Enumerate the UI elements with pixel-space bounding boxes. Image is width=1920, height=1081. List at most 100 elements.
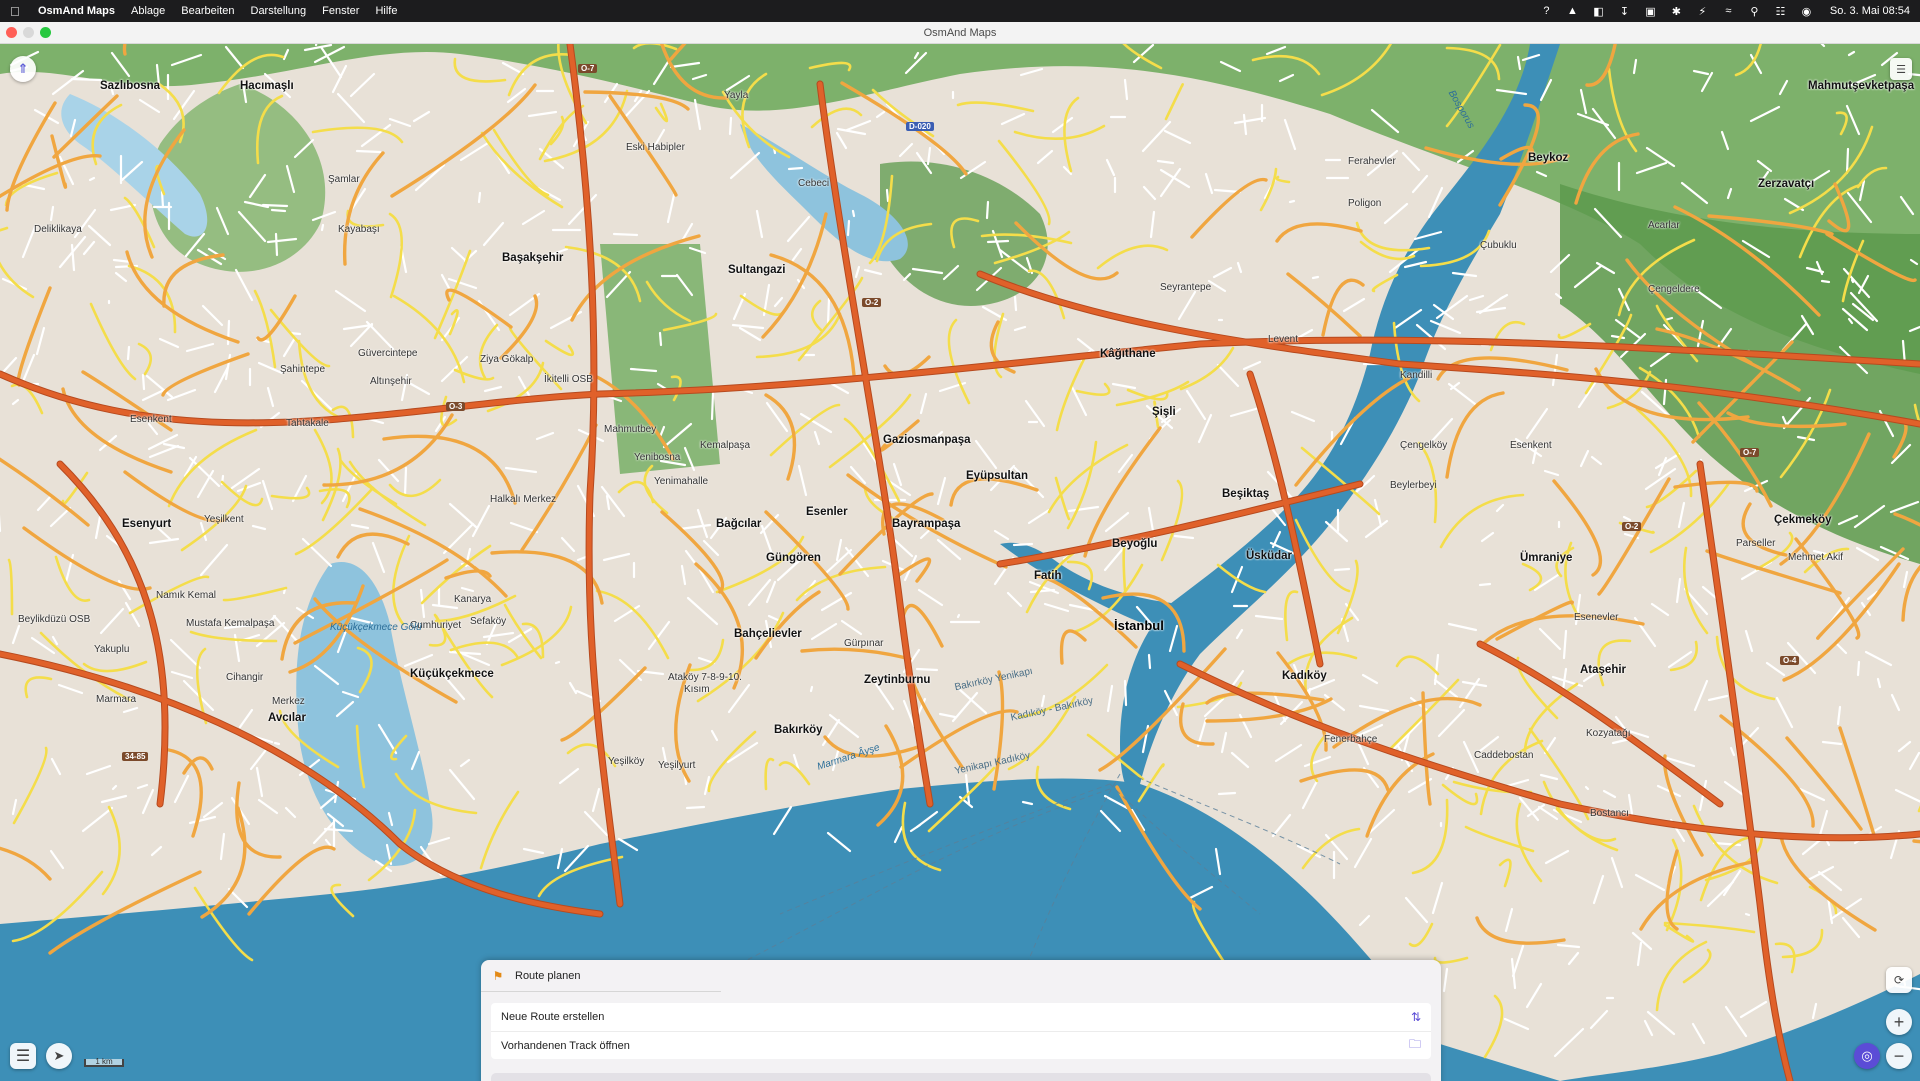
road — [270, 208, 287, 213]
road — [826, 297, 831, 325]
zoom-out-button[interactable]: − — [1886, 1043, 1912, 1069]
place-label: Mustafa Kemalpaşa — [186, 618, 275, 629]
layers-icon[interactable]: ☰ — [1890, 58, 1912, 80]
map-rotate-icon[interactable]: ⟳ — [1886, 967, 1912, 993]
place-label: Esenevler — [1574, 612, 1619, 623]
close-panel-button[interactable]: Schließen — [491, 1073, 1431, 1081]
place-label: Kandilli — [1400, 370, 1433, 381]
place-label: Ümraniye — [1520, 552, 1573, 564]
place-label: Kanarya — [454, 594, 492, 605]
road — [1012, 542, 1034, 547]
navigation-button[interactable]: ➤ — [46, 1043, 72, 1069]
road — [261, 203, 289, 208]
road-shield: O-2 — [862, 298, 882, 307]
download-icon[interactable]: ↧ — [1618, 5, 1631, 18]
battery-icon[interactable]: ⚡ — [1696, 5, 1709, 18]
road — [809, 685, 814, 693]
road — [915, 667, 939, 672]
menubar-clock[interactable]: So. 3. Mai 08:54 — [1830, 5, 1910, 17]
place-label: Zerzavatçı — [1758, 178, 1815, 190]
place-label: Sazlıbosna — [100, 80, 161, 92]
place-label: Küçükçekmece Gölü — [330, 622, 422, 633]
road — [1217, 791, 1237, 796]
map-view[interactable]: Sazlıbosna Hacımaşlı Şamlar Deliklikaya Başa… — [0, 44, 1920, 1081]
road — [1122, 546, 1127, 592]
road — [685, 805, 706, 810]
place-label: Levent — [1268, 334, 1299, 345]
bluetooth-icon[interactable]: ✱ — [1670, 5, 1683, 18]
place-label: Eyüpsultan — [966, 470, 1028, 482]
road — [1584, 785, 1590, 791]
close-window-button[interactable] — [6, 27, 17, 38]
place-label: Acarlar — [1648, 220, 1680, 231]
place-label: Avcılar — [268, 712, 306, 724]
road — [1820, 279, 1831, 284]
place-label: Beylikdüzü OSB — [18, 614, 91, 625]
control-center-icon[interactable]: ☷ — [1774, 5, 1787, 18]
place-label: Ataköy 7-8-9-10. — [668, 672, 742, 683]
place-label: Şişli — [1152, 406, 1176, 418]
road — [70, 77, 103, 82]
menu-bearbeiten[interactable]: Bearbeiten — [181, 5, 234, 17]
window-titlebar: OsmAnd Maps — [0, 22, 1920, 44]
road-shield: O-2 — [1622, 522, 1642, 531]
apple-logo-icon[interactable]:  — [10, 4, 26, 19]
sidebar-icon[interactable]: ◧ — [1592, 5, 1605, 18]
road — [1147, 653, 1152, 670]
place-label: Mahmutbey — [604, 424, 657, 435]
warning-icon[interactable]: ▲ — [1566, 5, 1579, 17]
road — [885, 188, 890, 203]
app-window: OsmAnd Maps Sazlıbosna Hacımaşlı Şamlar … — [0, 22, 1920, 1081]
place-label: Caddebostan — [1474, 750, 1534, 761]
zoom-window-button[interactable] — [40, 27, 51, 38]
wifi-icon[interactable]: ≈ — [1722, 5, 1735, 17]
road — [355, 149, 382, 154]
plus-icon: + — [1893, 1011, 1905, 1032]
road — [126, 345, 131, 361]
road — [1123, 679, 1128, 707]
place-label: Bakırköy — [774, 724, 823, 736]
place-label: Yeşilyurt — [658, 760, 696, 771]
menu-darstellung[interactable]: Darstellung — [251, 5, 307, 17]
menu-fenster[interactable]: Fenster — [322, 5, 359, 17]
open-existing-track-option[interactable]: Vorhandenen Track öffnen 🗀 — [491, 1031, 1431, 1059]
road — [1333, 567, 1351, 572]
option-label: Vorhandenen Track öffnen — [501, 1039, 630, 1052]
road-shield: D-020 — [906, 122, 934, 131]
road — [986, 239, 1010, 244]
place-label: İstanbul — [1114, 618, 1164, 633]
place-label: Sefaköy — [470, 616, 507, 627]
panel-title: Route planen — [515, 969, 581, 982]
road-shield: 34-85 — [122, 752, 149, 761]
place-label: Eski Habipler — [626, 142, 685, 153]
my-location-button[interactable]: ◎ — [1854, 1043, 1880, 1069]
road — [846, 219, 851, 237]
road — [554, 660, 561, 665]
road — [477, 191, 482, 204]
place-label: Şamlar — [328, 174, 360, 185]
zoom-in-button[interactable]: + — [1886, 1009, 1912, 1035]
place-label: Cebeci — [798, 178, 830, 189]
siri-icon[interactable]: ◉ — [1800, 5, 1813, 18]
help-icon[interactable]: ? — [1540, 5, 1553, 17]
place-label: Yayla — [724, 90, 749, 101]
place-label: Kozyatağı — [1586, 728, 1631, 739]
panel-header: ⚑ Route planen — [481, 960, 721, 992]
compass-icon[interactable]: ⇑ — [10, 56, 36, 82]
menu-hilfe[interactable]: Hilfe — [375, 5, 397, 17]
minimize-window-button[interactable] — [23, 27, 34, 38]
drive-icon[interactable]: ▣ — [1644, 5, 1657, 18]
spotlight-search-icon[interactable]: ⚲ — [1748, 5, 1761, 18]
main-menu-button[interactable]: ☰ — [10, 1043, 36, 1069]
app-menu[interactable]: OsmAnd Maps — [38, 5, 115, 17]
road — [403, 466, 408, 497]
place-label: Güngören — [766, 552, 821, 564]
place-label: Mahmutşevketpaşa — [1808, 80, 1915, 92]
menu-ablage[interactable]: Ablage — [131, 5, 165, 17]
place-label: Esenkent — [1510, 440, 1552, 451]
status-area: ? ▲ ◧ ↧ ▣ ✱ ⚡ ≈ ⚲ ☷ ◉ So. 3. Mai 08:54 — [1540, 5, 1910, 18]
place-label: Beşiktaş — [1222, 488, 1270, 500]
create-new-route-option[interactable]: Neue Route erstellen ⇅ — [491, 1003, 1431, 1031]
place-label: Gaziosmanpaşa — [883, 434, 971, 446]
road — [274, 232, 279, 257]
